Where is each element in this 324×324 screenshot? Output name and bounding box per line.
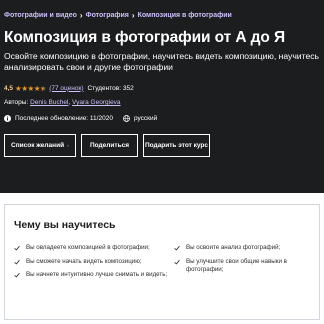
breadcrumb-item-composition[interactable]: Композиция в фотографии <box>138 12 232 19</box>
learn-column-right: Вы освоите анализ фотографий; Вы улучшит… <box>174 244 314 285</box>
check-icon <box>14 271 26 280</box>
chevron-right-icon: › <box>131 10 135 20</box>
check-icon <box>14 244 26 253</box>
learn-item-text: Вы освоите анализ фотографий; <box>186 244 281 251</box>
info-icon <box>4 114 11 122</box>
learn-title: Чему вы научитесь <box>14 219 116 231</box>
check-icon <box>174 258 186 275</box>
learn-column-left: Вы овладеете композицией в фотографии; В… <box>14 244 170 285</box>
learn-item-text: Вы сможете начать видеть композицию; <box>26 257 142 265</box>
wishlist-button[interactable]: Список желаний <box>4 134 76 157</box>
check-icon <box>174 244 186 253</box>
author-link-denis[interactable]: Denis Buchel <box>30 99 68 106</box>
authors-row: Авторы: Denis Buchel, Vyara Georgieva <box>4 99 121 106</box>
learn-item-text: Вы начнете интуитивно лучше снимать и ви… <box>26 271 168 278</box>
learn-item: Вы улучшите свои общие навыки в фотограф… <box>174 258 314 275</box>
wishlist-label: Список желаний <box>11 142 65 149</box>
gift-course-button[interactable]: Подарить этот курс <box>143 134 210 157</box>
learn-item: Вы начнете интуитивно лучше снимать и ви… <box>14 271 170 280</box>
heart-icon <box>67 144 69 147</box>
learn-item: Вы освоите анализ фотографий; <box>174 244 314 253</box>
last-updated: Последнее обновление: 11/2020 <box>15 114 113 122</box>
share-label: Поделиться <box>89 142 129 149</box>
gift-label: Подарить этот курс <box>144 142 209 149</box>
breadcrumb-item-photography[interactable]: Фотография <box>86 12 129 19</box>
reviews-link[interactable]: (77 оценок) <box>49 85 83 92</box>
course-hero: Фотографии и видео › Фотография › Композ… <box>0 0 324 193</box>
globe-icon <box>123 114 130 122</box>
learn-item: Вы сможете начать видеть композицию; <box>14 258 170 267</box>
breadcrumb: Фотографии и видео › Фотография › Композ… <box>4 9 320 21</box>
learn-grid: Вы овладеете композицией в фотографии; В… <box>14 244 310 285</box>
author-link-vyara[interactable]: Vyara Georgieva <box>72 99 121 106</box>
star-rating-icon: ★★★★★★ <box>15 83 47 93</box>
rating-value: 4,5 <box>4 84 14 92</box>
authors-label: Авторы: <box>4 99 29 106</box>
what-you-will-learn: Чему вы научитесь Вы овладеете композици… <box>4 204 320 320</box>
meta-row: Последнее обновление: 11/2020 русский <box>4 113 320 123</box>
learn-item-text: Вы улучшите свои общие навыки в фотограф… <box>186 257 287 274</box>
students-count: Студентов: 352 <box>87 84 134 92</box>
learn-item: Вы овладеете композицией в фотографии; <box>14 244 170 253</box>
learn-item-text: Вы овладеете композицией в фотографии; <box>26 244 150 251</box>
action-buttons: Список желаний Поделиться Подарить этот … <box>4 134 320 157</box>
course-subtitle: Освойте композицию в фотографии, научите… <box>4 51 320 72</box>
chevron-right-icon: › <box>79 10 83 20</box>
course-language: русский <box>133 114 158 122</box>
breadcrumb-item-photo-video[interactable]: Фотографии и видео <box>4 12 77 19</box>
share-button[interactable]: Поделиться <box>81 134 138 157</box>
rating-row: 4,5 ★★★★★★ (77 оценок) Студентов: 352 <box>4 83 320 93</box>
check-icon <box>14 258 26 267</box>
course-title: Композиция в фотографии от А до Я <box>4 29 285 46</box>
